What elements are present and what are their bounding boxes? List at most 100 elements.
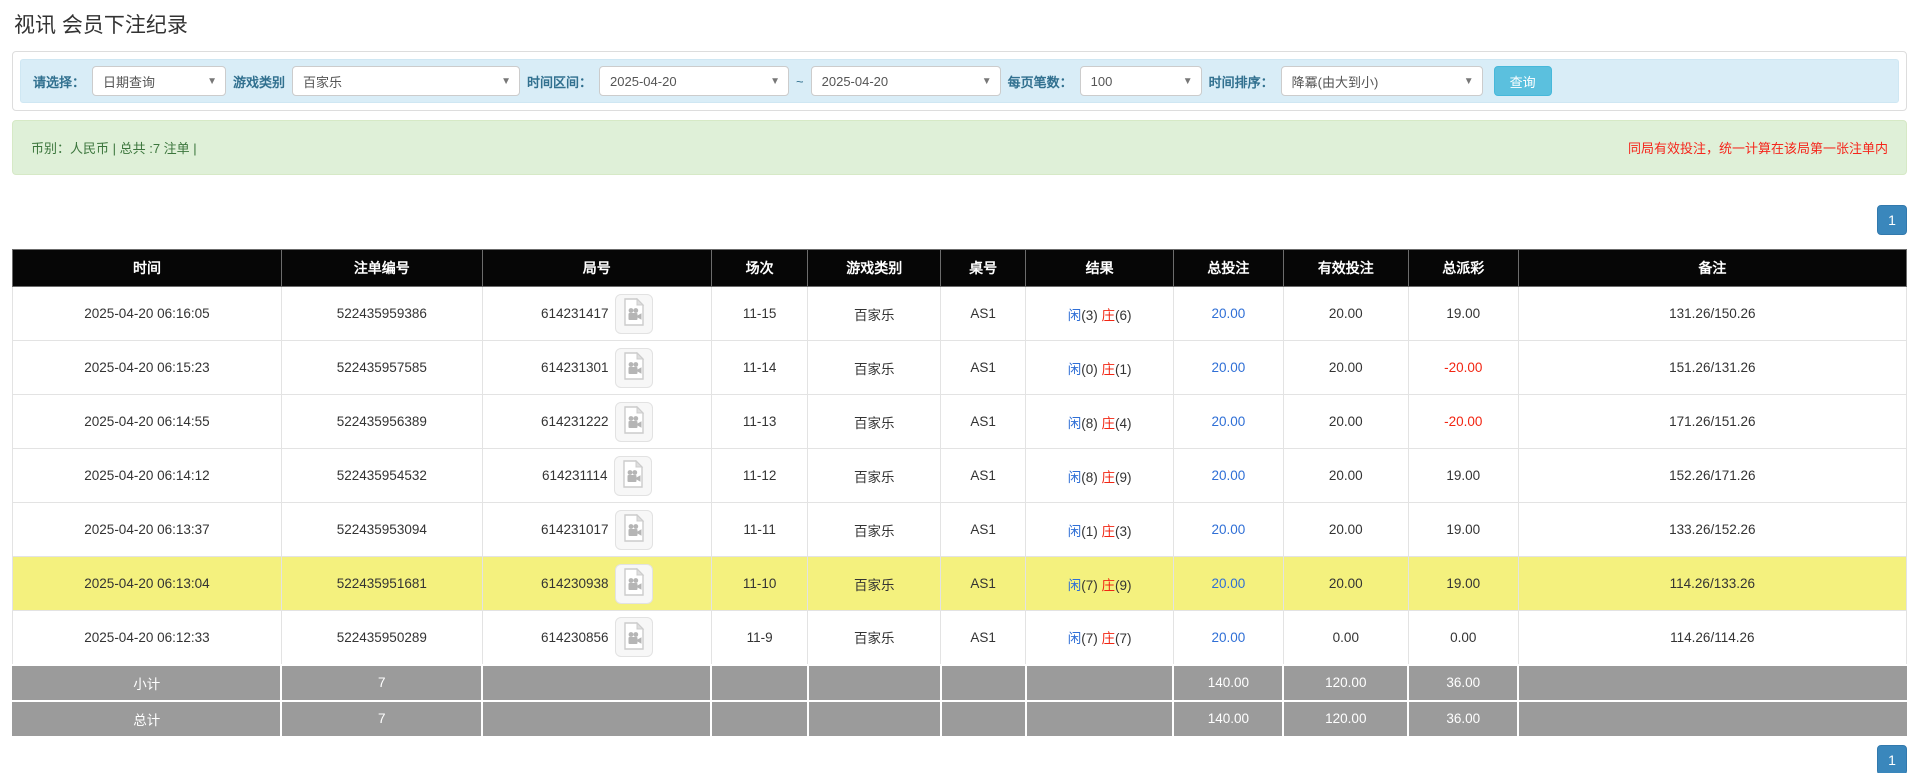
cell-result: 闲(8) 庄(9) <box>1026 449 1174 503</box>
select-label: 请选择： <box>33 72 85 91</box>
game-type-select[interactable]: 百家乐 ▼ <box>292 66 520 96</box>
cell-game-type: 百家乐 <box>808 557 941 611</box>
cell-valid-bet: 20.00 <box>1283 449 1408 503</box>
banker-label: 庄 <box>1101 362 1115 377</box>
cell-session: 11-15 <box>711 287 808 341</box>
summary-bar: 币别：人民币 | 总共 :7 注单 | 同局有效投注，统一计算在该局第一张注单内 <box>12 120 1907 175</box>
total-bet-link[interactable]: 20.00 <box>1211 468 1245 483</box>
header-bet-id: 注单编号 <box>281 250 482 287</box>
currency-total-text: 币别：人民币 | 总共 :7 注单 | <box>31 138 197 157</box>
cell-game-type: 百家乐 <box>808 611 941 665</box>
total-bet-link[interactable]: 20.00 <box>1211 414 1245 429</box>
page-size-select[interactable]: 100 ▼ <box>1080 66 1202 96</box>
query-type-value: 日期查询 <box>93 72 165 91</box>
chevron-down-icon: ▼ <box>974 76 1000 87</box>
player-label: 闲 <box>1068 362 1082 377</box>
video-file-icon <box>622 622 646 653</box>
pagination-bottom: 1 <box>12 745 1907 773</box>
cell-round-id: 614231417 <box>482 287 711 341</box>
sort-select[interactable]: 降冪(由大到小) ▼ <box>1281 66 1483 96</box>
video-replay-button[interactable] <box>614 456 652 496</box>
banker-score: (6) <box>1115 308 1132 323</box>
round-id-text: 614231417 <box>541 306 609 321</box>
header-game-type: 游戏类别 <box>808 250 941 287</box>
video-file-icon <box>622 298 646 329</box>
date-from-select[interactable]: 2025-04-20 ▼ <box>599 66 789 96</box>
video-replay-button[interactable] <box>615 510 653 550</box>
total-bet-link[interactable]: 20.00 <box>1211 576 1245 591</box>
page-size-label: 每页笔数： <box>1008 72 1073 91</box>
page-1-button[interactable]: 1 <box>1877 205 1907 235</box>
total-bet-link[interactable]: 20.00 <box>1211 522 1245 537</box>
banker-label: 庄 <box>1101 578 1115 593</box>
cell-time: 2025-04-20 06:14:55 <box>13 395 282 449</box>
table-row: 2025-04-20 06:14:55 522435956389 6142312… <box>13 395 1907 449</box>
player-label: 闲 <box>1068 524 1082 539</box>
cell-note: 133.26/152.26 <box>1518 503 1906 557</box>
range-separator: ~ <box>796 74 804 89</box>
banker-score: (9) <box>1115 470 1132 485</box>
player-score: (8) <box>1081 416 1098 431</box>
round-id-text: 614231222 <box>541 414 609 429</box>
round-id-text: 614230856 <box>541 630 609 645</box>
header-round-id: 局号 <box>482 250 711 287</box>
banker-score: (1) <box>1115 362 1132 377</box>
total-bet-link[interactable]: 20.00 <box>1211 306 1245 321</box>
bet-records-table: 时间 注单编号 局号 场次 游戏类别 桌号 结果 总投注 有效投注 总派彩 备注… <box>12 249 1907 738</box>
video-file-icon <box>622 514 646 545</box>
player-label: 闲 <box>1068 578 1082 593</box>
cell-session: 11-9 <box>711 611 808 665</box>
time-range-label: 时间区间： <box>527 72 592 91</box>
player-score: (7) <box>1081 631 1098 646</box>
cell-game-type: 百家乐 <box>808 341 941 395</box>
table-header-row: 时间 注单编号 局号 场次 游戏类别 桌号 结果 总投注 有效投注 总派彩 备注 <box>13 250 1907 287</box>
cell-payout: 19.00 <box>1408 503 1518 557</box>
cell-payout: -20.00 <box>1408 395 1518 449</box>
total-payout: 36.00 <box>1408 701 1518 737</box>
cell-result: 闲(3) 庄(6) <box>1026 287 1174 341</box>
video-replay-button[interactable] <box>615 402 653 442</box>
cell-total-bet: 20.00 <box>1173 287 1283 341</box>
cell-note: 151.26/131.26 <box>1518 341 1906 395</box>
cell-bet-id: 522435950289 <box>281 611 482 665</box>
cell-total-bet: 20.00 <box>1173 341 1283 395</box>
cell-valid-bet: 0.00 <box>1283 611 1408 665</box>
date-to-select[interactable]: 2025-04-20 ▼ <box>811 66 1001 96</box>
round-id-text: 614231301 <box>541 360 609 375</box>
cell-round-id: 614231017 <box>482 503 711 557</box>
video-replay-button[interactable] <box>615 617 653 657</box>
cell-table-no: AS1 <box>941 449 1026 503</box>
video-replay-button[interactable] <box>615 564 653 604</box>
cell-result: 闲(8) 庄(4) <box>1026 395 1174 449</box>
header-total-bet: 总投注 <box>1173 250 1283 287</box>
query-type-select[interactable]: 日期查询 ▼ <box>92 66 226 96</box>
cell-valid-bet: 20.00 <box>1283 341 1408 395</box>
header-valid-bet: 有效投注 <box>1283 250 1408 287</box>
query-button[interactable]: 查询 <box>1494 66 1552 96</box>
video-file-icon <box>621 460 645 491</box>
cell-result: 闲(0) 庄(1) <box>1026 341 1174 395</box>
video-replay-button[interactable] <box>615 348 653 388</box>
cell-bet-id: 522435957585 <box>281 341 482 395</box>
cell-time: 2025-04-20 06:14:12 <box>13 449 282 503</box>
chevron-down-icon: ▼ <box>1175 76 1201 87</box>
cell-game-type: 百家乐 <box>808 449 941 503</box>
player-label: 闲 <box>1068 416 1082 431</box>
player-label: 闲 <box>1068 308 1082 323</box>
total-bet-link[interactable]: 20.00 <box>1211 630 1245 645</box>
table-row: 2025-04-20 06:13:04 522435951681 6142309… <box>13 557 1907 611</box>
total-bet-link[interactable]: 20.00 <box>1211 360 1245 375</box>
player-label: 闲 <box>1068 631 1082 646</box>
cell-valid-bet: 20.00 <box>1283 395 1408 449</box>
player-score: (1) <box>1081 524 1098 539</box>
cell-note: 114.26/133.26 <box>1518 557 1906 611</box>
cell-game-type: 百家乐 <box>808 287 941 341</box>
cell-round-id: 614230856 <box>482 611 711 665</box>
chevron-down-icon: ▼ <box>1456 76 1482 87</box>
total-label: 总计 <box>13 701 282 737</box>
cell-session: 11-13 <box>711 395 808 449</box>
table-row: 2025-04-20 06:16:05 522435959386 6142314… <box>13 287 1907 341</box>
video-replay-button[interactable] <box>615 294 653 334</box>
page-1-button[interactable]: 1 <box>1877 745 1907 773</box>
cell-valid-bet: 20.00 <box>1283 503 1408 557</box>
